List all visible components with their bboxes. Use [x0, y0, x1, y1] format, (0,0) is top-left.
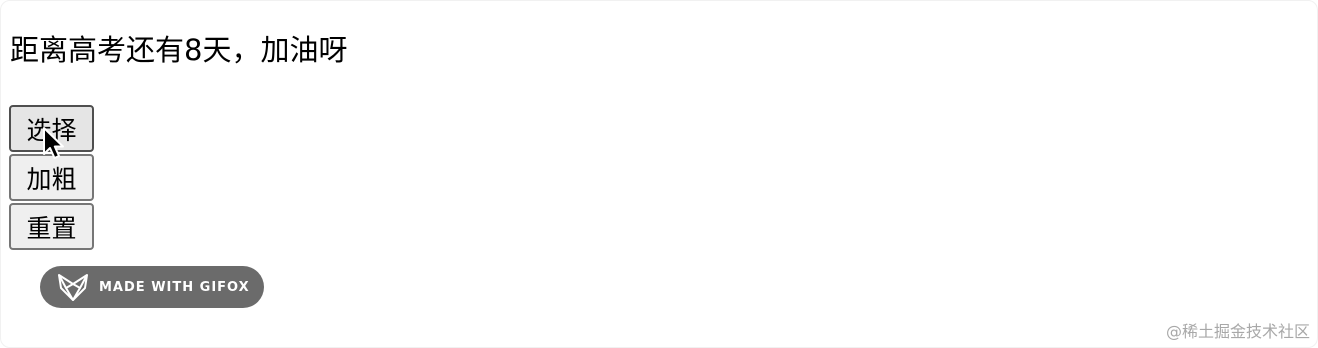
- badge-label: MADE WITH GIFOX: [99, 279, 250, 295]
- watermark-text: @稀土掘金技术社区: [1165, 322, 1310, 341]
- select-button[interactable]: 选择: [9, 105, 94, 152]
- bold-button[interactable]: 加粗: [9, 154, 94, 201]
- gifox-badge: MADE WITH GIFOX: [40, 266, 264, 308]
- reset-button[interactable]: 重置: [9, 203, 94, 250]
- countdown-text: 距离高考还有8天，加油呀: [10, 33, 348, 67]
- button-group: 选择 加粗 重置: [9, 105, 94, 250]
- fox-logo-icon: [58, 274, 88, 301]
